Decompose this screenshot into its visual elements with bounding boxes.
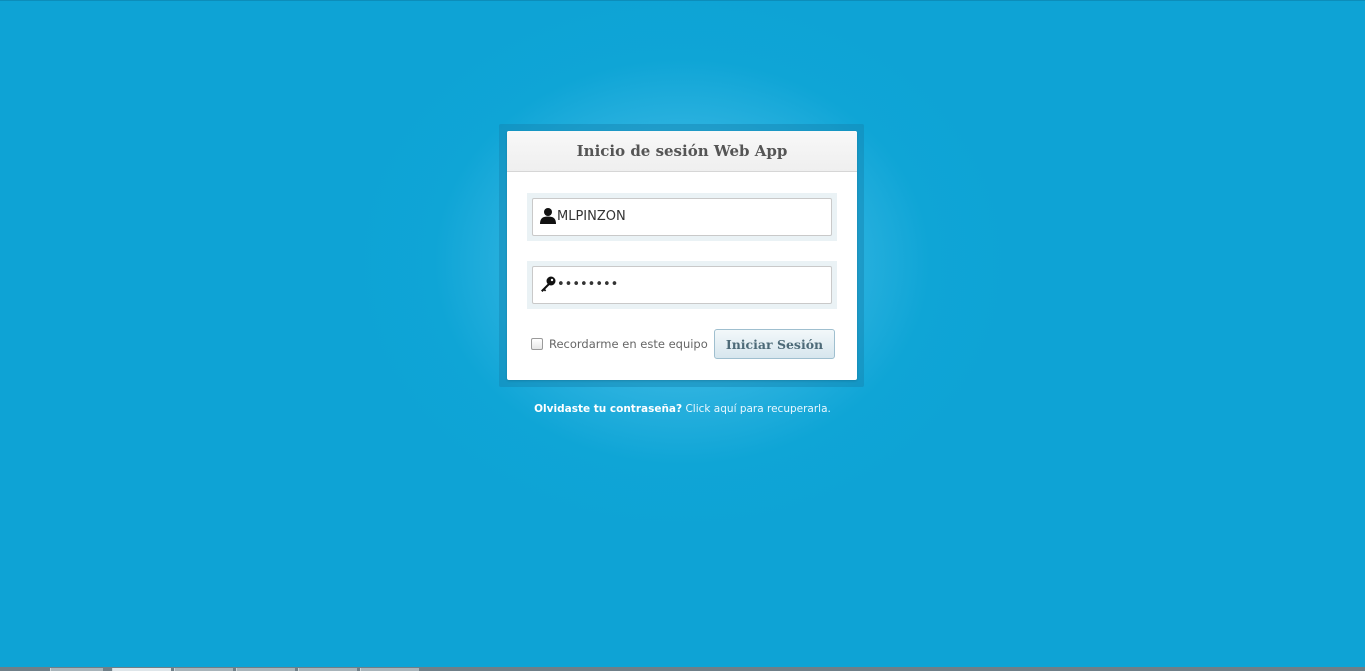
password-field[interactable] (532, 266, 832, 304)
remember-me[interactable]: Recordarme en este equipo (531, 336, 708, 352)
login-title: Inicio de sesión Web App (576, 142, 788, 160)
username-field[interactable] (532, 198, 832, 236)
taskbar-strip (0, 667, 1365, 671)
forgot-link[interactable]: Click aquí para recuperarla. (685, 403, 830, 415)
password-field-wrapper (527, 261, 837, 309)
password-input[interactable] (557, 267, 825, 303)
forgot-question: Olvidaste tu contraseña? (534, 403, 683, 415)
remember-label[interactable]: Recordarme en este equipo (549, 337, 708, 351)
key-icon (541, 276, 556, 292)
top-border (0, 0, 1365, 1)
login-header: Inicio de sesión Web App (507, 131, 857, 172)
login-button[interactable]: Iniciar Sesión (714, 329, 835, 359)
username-field-wrapper (527, 193, 837, 241)
forgot-password: Olvidaste tu contraseña? Click aquí para… (0, 403, 1365, 415)
login-panel: Inicio de sesión Web App Recordarme en e… (507, 131, 857, 380)
username-input[interactable] (557, 199, 825, 235)
user-icon (540, 208, 556, 224)
remember-checkbox[interactable] (531, 338, 543, 350)
